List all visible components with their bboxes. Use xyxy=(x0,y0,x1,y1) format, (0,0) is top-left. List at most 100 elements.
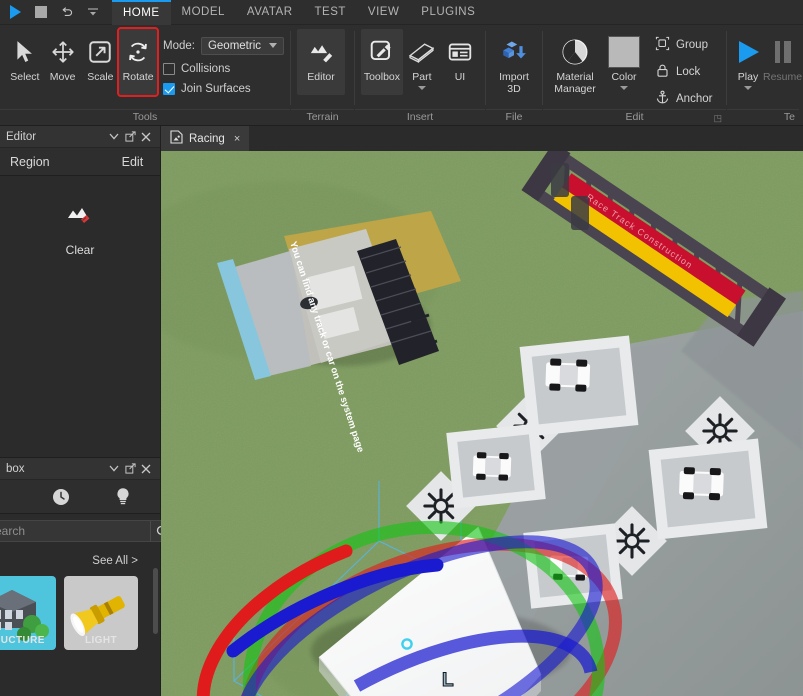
menu-tab-view[interactable]: VIEW xyxy=(357,0,410,25)
mode-label: Mode: xyxy=(163,40,195,52)
tool-scale-button[interactable]: Scale xyxy=(82,29,120,95)
tool-select-label: Select xyxy=(10,71,40,83)
color-label: Color xyxy=(611,71,637,83)
menu-tab-plugins[interactable]: PLUGINS xyxy=(410,0,486,25)
insert-part-button[interactable]: Part xyxy=(403,29,441,95)
gizmo-handle-label[interactable]: L xyxy=(441,669,454,691)
join-surfaces-checkbox[interactable] xyxy=(163,83,175,95)
recent-clock-icon[interactable] xyxy=(52,488,70,506)
close-icon[interactable] xyxy=(138,461,154,477)
terrain-clear-button[interactable]: Clear xyxy=(43,198,117,263)
ribbon-group-label-insert: Insert xyxy=(355,109,485,126)
insert-toolbox-label: Toolbox xyxy=(363,71,401,83)
place-tab-racing[interactable]: Racing × xyxy=(161,126,250,151)
ribbon-group-test: Play Resume Te xyxy=(727,25,802,126)
lock-action[interactable]: Lock xyxy=(651,62,718,82)
lightbulb-icon[interactable] xyxy=(114,487,132,507)
group-action[interactable]: Group xyxy=(651,35,718,55)
insert-ui-label: UI xyxy=(454,71,466,83)
chevron-down-icon[interactable] xyxy=(417,86,426,90)
list-item-label: LIGHT xyxy=(85,635,117,646)
quick-access-toolbar xyxy=(0,0,106,25)
ribbon-group-label-tools: Tools xyxy=(0,109,290,126)
toolbox-panel-title: box xyxy=(6,462,25,475)
mode-value: Geometric xyxy=(207,40,262,52)
material-sphere-icon xyxy=(561,35,589,69)
tool-rotate-button[interactable]: Rotate xyxy=(117,27,159,97)
terrain-editor-icon xyxy=(308,35,335,69)
editor-tab-edit[interactable]: Edit xyxy=(112,148,154,176)
editor-panel-title: Editor xyxy=(6,130,37,143)
insert-ui-button[interactable]: UI xyxy=(441,29,479,95)
terrain-editor-panel: Editor Region Edit Clear xyxy=(0,126,161,457)
join-surfaces-label: Join Surfaces xyxy=(181,83,251,95)
chevron-down-icon[interactable] xyxy=(744,86,752,90)
list-item[interactable]: RUCTURE xyxy=(0,576,56,650)
ui-panel-icon xyxy=(447,35,473,69)
ribbon-group-file: Import 3D File xyxy=(486,25,542,126)
stop-icon[interactable] xyxy=(28,0,54,25)
scene-render: Race Track Construction You can find any… xyxy=(161,151,803,696)
tool-move-label: Move xyxy=(49,71,76,83)
join-surfaces-row[interactable]: Join Surfaces xyxy=(163,83,284,95)
chevron-down-icon[interactable] xyxy=(106,461,122,477)
popout-icon[interactable] xyxy=(122,461,138,477)
close-icon[interactable]: × xyxy=(234,133,240,145)
search-input[interactable] xyxy=(0,524,150,538)
undo-icon[interactable] xyxy=(54,0,80,25)
roblox-studio-window: HOME MODEL AVATAR TEST VIEW PLUGINS Sele… xyxy=(0,0,803,696)
terrain-clear-icon xyxy=(65,204,95,233)
insert-toolbox-button[interactable]: Toolbox xyxy=(361,29,403,95)
menu-tab-home[interactable]: HOME xyxy=(112,0,171,25)
material-manager-button[interactable]: Material Manager xyxy=(549,29,601,95)
tool-move-button[interactable]: Move xyxy=(44,29,82,95)
toolbox-item-grid: RUCTURE LIGHT xyxy=(0,574,160,650)
cursor-arrow-icon xyxy=(12,35,38,69)
menu-tab-avatar[interactable]: AVATAR xyxy=(236,0,304,25)
collisions-checkbox[interactable] xyxy=(163,63,175,75)
test-resume-label: Resume xyxy=(763,71,803,83)
close-icon[interactable] xyxy=(138,129,154,145)
popout-icon[interactable] xyxy=(122,129,138,145)
viewport-container: Racing × Race Track Construction You can… xyxy=(161,126,803,696)
chevron-down-icon xyxy=(269,40,278,52)
menu-tab-model[interactable]: MODEL xyxy=(171,0,236,25)
test-resume-button[interactable]: Resume xyxy=(763,29,802,95)
material-manager-label: Material Manager xyxy=(554,71,596,95)
ribbon-group-edit: Material Manager Color Group Lock Anchor… xyxy=(543,25,726,126)
insert-part-label: Part xyxy=(412,71,432,83)
terrain-clear-label: Clear xyxy=(65,243,95,257)
ribbon-menu-tabs: HOME MODEL AVATAR TEST VIEW PLUGINS xyxy=(112,0,486,25)
import-3d-button[interactable]: Import 3D xyxy=(492,29,536,95)
test-play-button[interactable]: Play xyxy=(733,29,763,95)
collisions-row[interactable]: Collisions xyxy=(163,63,284,75)
menu-tab-test[interactable]: TEST xyxy=(304,0,357,25)
terrain-editor-label: Editor xyxy=(307,71,335,83)
mode-dropdown[interactable]: Geometric xyxy=(200,37,285,55)
3d-viewport[interactable]: Race Track Construction You can find any… xyxy=(161,151,803,696)
editor-tab-row: Region Edit xyxy=(0,148,160,176)
terrain-editor-button[interactable]: Editor xyxy=(297,29,345,95)
play-icon[interactable] xyxy=(2,0,28,25)
tool-options: Mode: Geometric Collisions Join Surfaces xyxy=(157,29,285,95)
color-button[interactable]: Color xyxy=(601,29,647,95)
ribbon-group-label-file: File xyxy=(486,109,542,126)
chevron-down-icon[interactable] xyxy=(106,129,122,145)
edit-dialog-launcher[interactable]: ◳ xyxy=(713,113,722,124)
lock-label: Lock xyxy=(676,66,701,78)
tool-select-button[interactable]: Select xyxy=(6,29,44,95)
customize-icon[interactable] xyxy=(80,0,106,25)
toolbox-scrollbar[interactable] xyxy=(153,568,158,634)
anchor-icon xyxy=(655,90,670,108)
anchor-action[interactable]: Anchor xyxy=(651,89,718,109)
play-triangle-icon xyxy=(733,35,763,69)
see-all-link[interactable]: See All > xyxy=(92,555,138,567)
ribbon-group-terrain: Editor Terrain xyxy=(291,25,354,126)
search-input-wrap[interactable] xyxy=(0,520,175,542)
editor-tab-region[interactable]: Region xyxy=(0,148,60,176)
list-item[interactable]: LIGHT xyxy=(64,576,138,650)
anchor-label: Anchor xyxy=(676,93,713,105)
ribbon-group-insert: Toolbox Part UI Insert xyxy=(355,25,485,126)
scale-arrow-icon xyxy=(87,35,113,69)
chevron-down-icon[interactable] xyxy=(620,86,628,90)
